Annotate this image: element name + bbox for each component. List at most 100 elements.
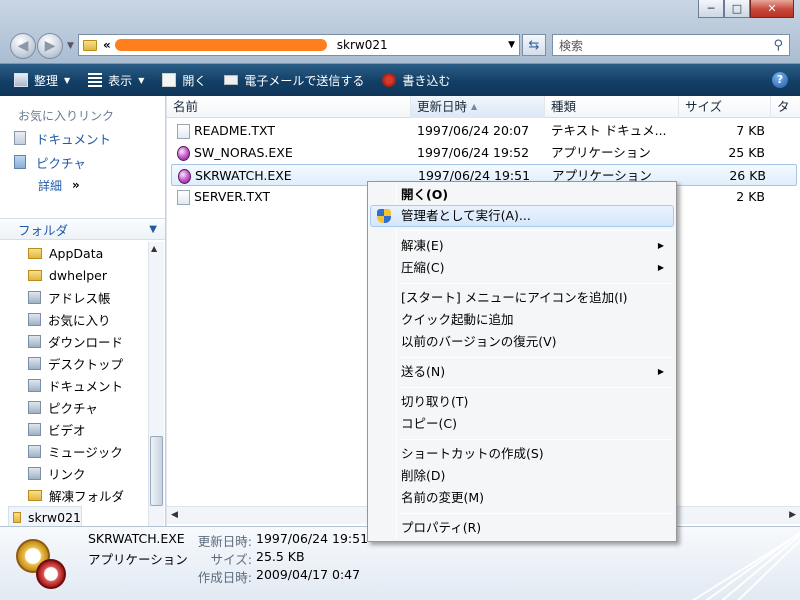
forward-button[interactable]: ▶ xyxy=(37,33,63,59)
column-label: 種類 xyxy=(551,99,577,114)
open-icon xyxy=(162,73,177,87)
search-icon[interactable]: ⚲ xyxy=(773,38,783,53)
recent-pages-dropdown-icon[interactable]: ▼ xyxy=(67,41,74,51)
menu-item-create-shortcut[interactable]: ショートカットの作成(S) xyxy=(370,443,674,465)
tree-label: ミュージック xyxy=(48,444,123,460)
text-file-icon xyxy=(177,124,190,139)
menu-item-copy[interactable]: コピー(C) xyxy=(370,413,674,435)
tree-label: お気に入り xyxy=(48,312,111,328)
scroll-thumb[interactable] xyxy=(150,436,163,506)
file-row[interactable]: README.TXT 1997/06/24 20:07 テキスト ドキュメ...… xyxy=(171,120,797,142)
back-button[interactable]: ◀ xyxy=(10,33,36,59)
burn-button[interactable]: 書き込む xyxy=(382,72,450,89)
favorite-link-pictures[interactable]: ピクチャ xyxy=(0,150,165,174)
menu-item-add-to-quick-launch[interactable]: クイック起動に追加 xyxy=(370,309,674,331)
videos-icon xyxy=(28,422,41,436)
tree-item[interactable]: アドレス帳 xyxy=(0,286,148,308)
text-file-icon xyxy=(177,190,190,205)
submenu-arrow-icon: ▶ xyxy=(657,263,664,272)
tree-item[interactable]: AppData xyxy=(0,242,148,264)
file-date: 1997/06/24 19:52 xyxy=(417,145,530,160)
column-modified[interactable]: 更新日時 ▲ xyxy=(411,96,545,118)
file-type: アプリケーション xyxy=(551,145,651,160)
scroll-up-icon[interactable]: ▲ xyxy=(151,244,157,253)
tree-label: ダウンロード xyxy=(48,334,124,350)
desktop-icon xyxy=(28,356,41,370)
favorite-link-documents[interactable]: ドキュメント xyxy=(0,126,165,150)
email-button[interactable]: 電子メールで送信する xyxy=(224,72,364,89)
tree-item-selected[interactable]: skrw021 xyxy=(8,506,82,528)
views-button[interactable]: 表示 ▼ xyxy=(88,72,144,89)
menu-item-compress[interactable]: 圧縮(C) ▶ xyxy=(370,257,674,279)
nav-buttons: ◀ ▶ ▼ xyxy=(10,33,74,59)
menu-item-delete[interactable]: 削除(D) xyxy=(370,465,674,487)
tree-item[interactable]: ダウンロード xyxy=(0,330,148,352)
close-button[interactable]: ✕ xyxy=(750,0,794,18)
tree-item[interactable]: ミュージック xyxy=(0,440,148,462)
maximize-button[interactable]: □ xyxy=(724,0,750,18)
tree-label: skrw021 xyxy=(28,509,81,525)
address-dropdown-icon[interactable]: ▼ xyxy=(508,40,515,50)
menu-item-send-to[interactable]: 送る(N) ▶ xyxy=(370,361,674,383)
folder-tree: AppData dwhelper アドレス帳 お気に入り ダウンロード デスクト… xyxy=(0,242,148,528)
favorites-star-icon xyxy=(28,312,41,326)
menu-item-extract[interactable]: 解凍(E) ▶ xyxy=(370,235,674,257)
menu-item-cut[interactable]: 切り取り(T) xyxy=(370,391,674,413)
menu-item-run-as-admin[interactable]: 管理者として実行(A)... xyxy=(370,205,674,227)
details-created-label: 作成日時: xyxy=(197,570,252,585)
double-chevron-icon: » xyxy=(72,178,80,192)
refresh-button[interactable]: ⇆ xyxy=(522,34,546,56)
address-bar[interactable]: « skrw021 ▼ xyxy=(78,34,520,56)
column-type[interactable]: 種類 xyxy=(545,96,679,118)
menu-separator xyxy=(400,513,672,514)
minimize-button[interactable]: ─ xyxy=(698,0,724,18)
tree-item[interactable]: リンク xyxy=(0,462,148,484)
menu-separator xyxy=(400,357,672,358)
column-tags[interactable]: タ xyxy=(771,96,800,118)
tree-item[interactable]: ビデオ xyxy=(0,418,148,440)
menu-item-add-to-start[interactable]: [スタート] メニューにアイコンを追加(I) xyxy=(370,287,674,309)
column-size[interactable]: サイズ xyxy=(679,96,771,118)
tree-item[interactable]: 解凍フォルダ xyxy=(0,484,148,506)
menu-item-properties[interactable]: プロパティ(R) xyxy=(370,517,674,539)
tree-item[interactable]: dwhelper xyxy=(0,264,148,286)
burn-label: 書き込む xyxy=(402,73,451,88)
views-icon xyxy=(88,73,103,87)
menu-separator xyxy=(400,283,672,284)
menu-item-open[interactable]: 開く(O) xyxy=(370,184,674,206)
details-file-type: アプリケーション xyxy=(88,552,188,567)
tree-label: リンク xyxy=(48,466,86,482)
more-label: 詳細 xyxy=(38,178,63,193)
menu-label: 管理者として実行(A)... xyxy=(401,208,531,223)
organize-label: 整理 xyxy=(34,73,59,88)
context-menu: 開く(O) 管理者として実行(A)... 解凍(E) ▶ 圧縮(C) ▶ [スタート… xyxy=(367,181,677,542)
menu-item-restore-versions[interactable]: 以前のバージョンの復元(V) xyxy=(370,331,674,353)
column-name[interactable]: 名前 xyxy=(167,96,411,118)
open-button[interactable]: 開く xyxy=(162,72,206,89)
file-name: SKRWATCH.EXE xyxy=(195,168,292,183)
forward-arrow-icon: ▶ xyxy=(44,38,56,54)
organize-button[interactable]: 整理 ▼ xyxy=(14,72,70,89)
music-icon xyxy=(28,444,41,458)
breadcrumb-current[interactable]: skrw021 xyxy=(337,38,388,52)
tree-item[interactable]: ピクチャ xyxy=(0,396,148,418)
tree-item[interactable]: ドキュメント xyxy=(0,374,148,396)
help-button[interactable]: ? xyxy=(772,72,788,88)
menu-item-rename[interactable]: 名前の変更(M) xyxy=(370,487,674,509)
scroll-left-icon[interactable]: ◀ xyxy=(171,510,178,520)
column-label: タ xyxy=(777,99,790,114)
folders-header[interactable]: フォルダ ▼ xyxy=(0,218,165,240)
folder-icon xyxy=(28,269,42,281)
search-input[interactable]: 検索 ⚲ xyxy=(552,34,790,56)
more-links[interactable]: 詳細 » xyxy=(0,174,165,196)
pictures-icon xyxy=(14,155,26,169)
tree-item[interactable]: お気に入り xyxy=(0,308,148,330)
breadcrumb-overflow[interactable]: « xyxy=(103,38,111,52)
scroll-right-icon[interactable]: ▶ xyxy=(789,510,796,520)
file-row[interactable]: SW_NORAS.EXE 1997/06/24 19:52 アプリケーション 2… xyxy=(171,142,797,164)
documents-icon xyxy=(14,131,26,145)
menu-label: 解凍(E) xyxy=(401,238,444,253)
back-arrow-icon: ◀ xyxy=(17,38,29,54)
file-name: README.TXT xyxy=(194,123,276,138)
tree-item[interactable]: デスクトップ xyxy=(0,352,148,374)
